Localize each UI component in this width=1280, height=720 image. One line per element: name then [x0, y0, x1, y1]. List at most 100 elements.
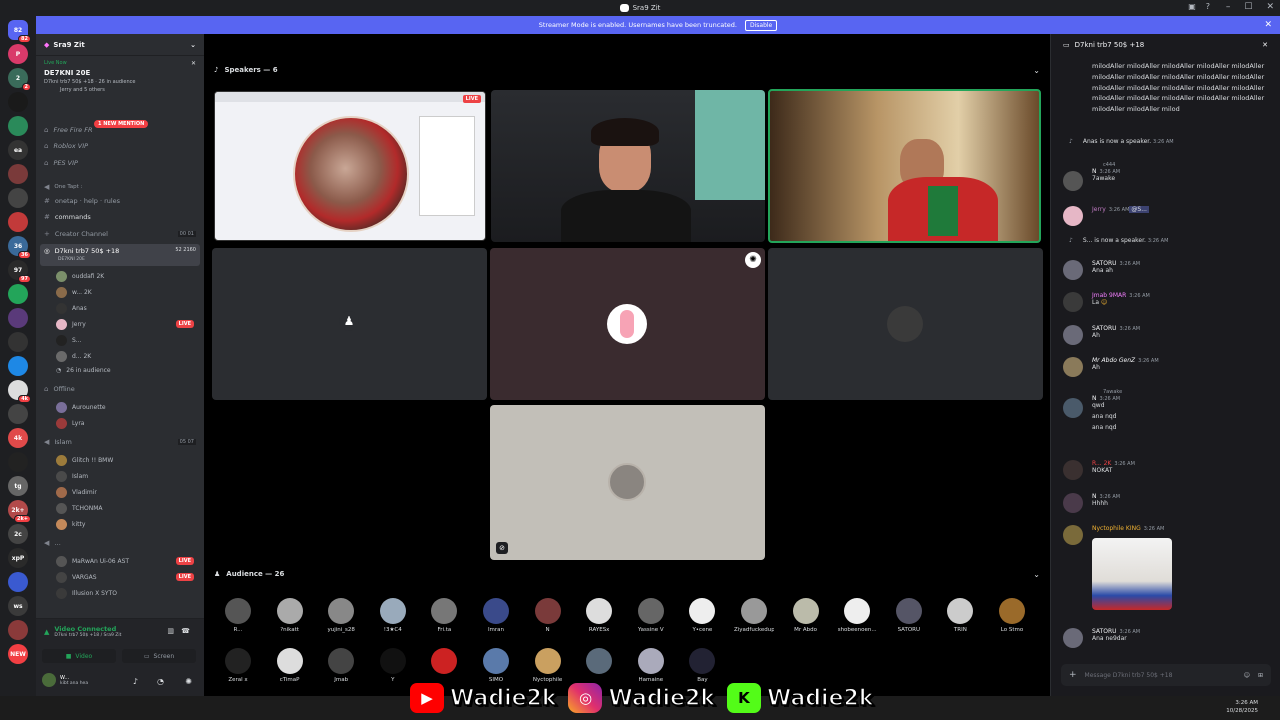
voice-user[interactable]: Illusion X SYTO: [56, 588, 117, 599]
camera-tile-2[interactable]: [768, 89, 1041, 243]
chat-message[interactable]: SATORU 3:26 AM Ana ah: [1063, 260, 1273, 280]
audience-member[interactable]: SIMO: [476, 648, 516, 683]
server-icon[interactable]: [8, 284, 28, 304]
server-icon[interactable]: 2k+ 2k+: [8, 500, 31, 523]
help-icon[interactable]: ?: [1206, 2, 1210, 11]
voice-user[interactable]: VARGAS: [56, 572, 97, 583]
server-icon[interactable]: 2c: [8, 524, 28, 544]
server-icon[interactable]: 97 97: [8, 260, 31, 283]
new-mention-badge[interactable]: 1 NEW MENTION: [94, 120, 149, 128]
server-icon[interactable]: [8, 212, 28, 232]
stage-user[interactable]: ouddafi 2K: [56, 271, 104, 282]
audience-member[interactable]: yujini_s28: [321, 598, 361, 633]
stage-user[interactable]: d... 2K: [56, 351, 91, 362]
collapse-speakers-icon[interactable]: ⌄: [1033, 66, 1040, 75]
offline-user[interactable]: Aurounette: [56, 402, 106, 413]
close-window-button[interactable]: ✕: [1266, 2, 1274, 12]
chat-message[interactable]: SATORU 3:26 AM Ah: [1063, 325, 1273, 345]
audience-member[interactable]: !3★C4: [373, 598, 413, 633]
audience-member[interactable]: Yassine V: [631, 598, 671, 633]
audience-member[interactable]: ?nikatt: [270, 598, 310, 633]
plus-icon[interactable]: +: [1069, 670, 1077, 680]
stage-user[interactable]: S...: [56, 335, 82, 346]
maximize-button[interactable]: ☐: [1244, 2, 1252, 12]
category-collapsed[interactable]: ◀…: [44, 539, 61, 547]
speakers-header[interactable]: ♪ Speakers — 6: [214, 66, 278, 74]
server-icon[interactable]: [8, 620, 28, 640]
apps-icon[interactable]: ⊞: [1258, 672, 1263, 679]
audience-member[interactable]: Ziyadfuckedup: [734, 598, 774, 633]
server-icon[interactable]: 36 36: [8, 236, 31, 259]
speaker-tile[interactable]: [768, 248, 1043, 400]
chat-input[interactable]: + Message D7kni trb7 50$ +18 ☺ ⊞: [1061, 664, 1271, 686]
channel-pes-vip[interactable]: ⌂ PES VIP: [44, 159, 78, 167]
stage-user[interactable]: Anas: [56, 303, 87, 314]
audience-member[interactable]: TRIN: [940, 598, 980, 633]
screen-share-tile[interactable]: LIVE: [214, 91, 486, 241]
voice-user[interactable]: Glitch !! BMW: [56, 455, 113, 466]
close-live-card-icon[interactable]: ✕: [191, 60, 196, 67]
audience-member[interactable]: shobeenoen...: [837, 598, 877, 633]
channel-rules[interactable]: # onetap · help · rules: [44, 197, 120, 205]
audience-member[interactable]: Hamaine: [631, 648, 671, 683]
audience-count-link[interactable]: ◔ 26 in audience: [56, 367, 111, 374]
close-chat-icon[interactable]: ✕: [1262, 41, 1268, 49]
speaker-tile[interactable]: ✺: [490, 248, 765, 400]
chat-message[interactable]: N 3:26 AM Hhhh: [1063, 493, 1273, 513]
server-icon[interactable]: 4k: [8, 428, 28, 448]
audience-member[interactable]: Lo Stmo: [992, 598, 1032, 633]
voice-user[interactable]: Vladimir: [56, 487, 97, 498]
screen-share-button[interactable]: ▭ Screen: [122, 649, 196, 663]
gear-icon[interactable]: ✺: [185, 677, 192, 686]
audience-member[interactable]: SATORU: [889, 598, 929, 633]
channel-commands[interactable]: # commands: [44, 213, 91, 221]
server-header[interactable]: ◆ Sra9 Zit ⌄: [36, 34, 204, 56]
server-icon[interactable]: [8, 164, 28, 184]
channel-free-fire[interactable]: ⌂ Free Fire FR: [44, 126, 92, 134]
server-icon[interactable]: NEW: [8, 644, 28, 664]
server-icon[interactable]: [8, 404, 28, 424]
audience-member[interactable]: Mr Abdo: [786, 598, 826, 633]
speaker-tile[interactable]: ♟: [212, 248, 487, 400]
audience-member[interactable]: RAYESx: [579, 598, 619, 633]
inbox-icon[interactable]: ▣: [1188, 2, 1196, 11]
audience-member[interactable]: [424, 648, 464, 677]
live-now-card[interactable]: Live Now ✕ DE7KNI 20E D7kni trb7 50$ +18 …: [36, 56, 204, 97]
microphone-icon[interactable]: ♪: [133, 677, 138, 686]
disconnect-icon[interactable]: ☎: [181, 627, 190, 635]
chat-message[interactable]: Mr Abdo GenZ 3:26 AM Ah: [1063, 357, 1273, 377]
voice-user[interactable]: kitty: [56, 519, 85, 530]
offline-user[interactable]: Lyra: [56, 418, 85, 429]
audience-member[interactable]: Zeral x: [218, 648, 258, 683]
server-icon[interactable]: P: [8, 44, 28, 64]
video-button[interactable]: ■ Video: [42, 649, 116, 663]
server-icon[interactable]: [8, 116, 28, 136]
stage-user[interactable]: w... 2K: [56, 287, 92, 298]
audience-member[interactable]: Nyctophile: [528, 648, 568, 683]
speaker-tile[interactable]: ⊘: [490, 405, 765, 560]
channel-islam[interactable]: ◀ Islam 05 07: [44, 438, 196, 446]
stage-channel-active[interactable]: ◎ D7kni trb7 50$ +18 52 2160 DE7KNI 20E: [40, 244, 200, 266]
audience-member[interactable]: cTimaP: [270, 648, 310, 683]
noise-suppression-icon[interactable]: ▥: [167, 627, 174, 635]
chat-message[interactable]: c444 N 3:26 AM 7awake: [1063, 162, 1273, 191]
audience-member[interactable]: Y: [373, 648, 413, 683]
headphones-icon[interactable]: ◔: [157, 677, 164, 686]
channel-creator[interactable]: + Creator Channel 00 01: [44, 230, 196, 238]
server-icon[interactable]: [8, 572, 28, 592]
audience-member[interactable]: Fri.ta: [424, 598, 464, 633]
chat-message[interactable]: 7awake N 3:26 AM qwd ana nqd ana nqd: [1063, 389, 1273, 431]
category-one-tapt[interactable]: ◀ One Tapt :: [44, 183, 82, 191]
chat-message[interactable]: R... 2K 3:26 AM NOKAT: [1063, 460, 1273, 480]
server-icon[interactable]: ws: [8, 596, 28, 616]
close-banner-icon[interactable]: ✕: [1264, 20, 1272, 30]
server-icon[interactable]: 4k: [8, 380, 31, 403]
channel-roblox-vip[interactable]: ⌂ Roblox VIP: [44, 142, 88, 150]
chat-message[interactable]: Jmab 9MAR 3:26 AM La ☺: [1063, 292, 1273, 312]
disable-streamer-mode-button[interactable]: Disable: [744, 19, 778, 31]
camera-tile-1[interactable]: [491, 90, 765, 242]
server-icon[interactable]: [8, 452, 28, 472]
stage-user[interactable]: Jerry: [56, 319, 86, 330]
server-icon[interactable]: [8, 188, 28, 208]
category-offline[interactable]: ⌂ Offline: [44, 385, 75, 393]
